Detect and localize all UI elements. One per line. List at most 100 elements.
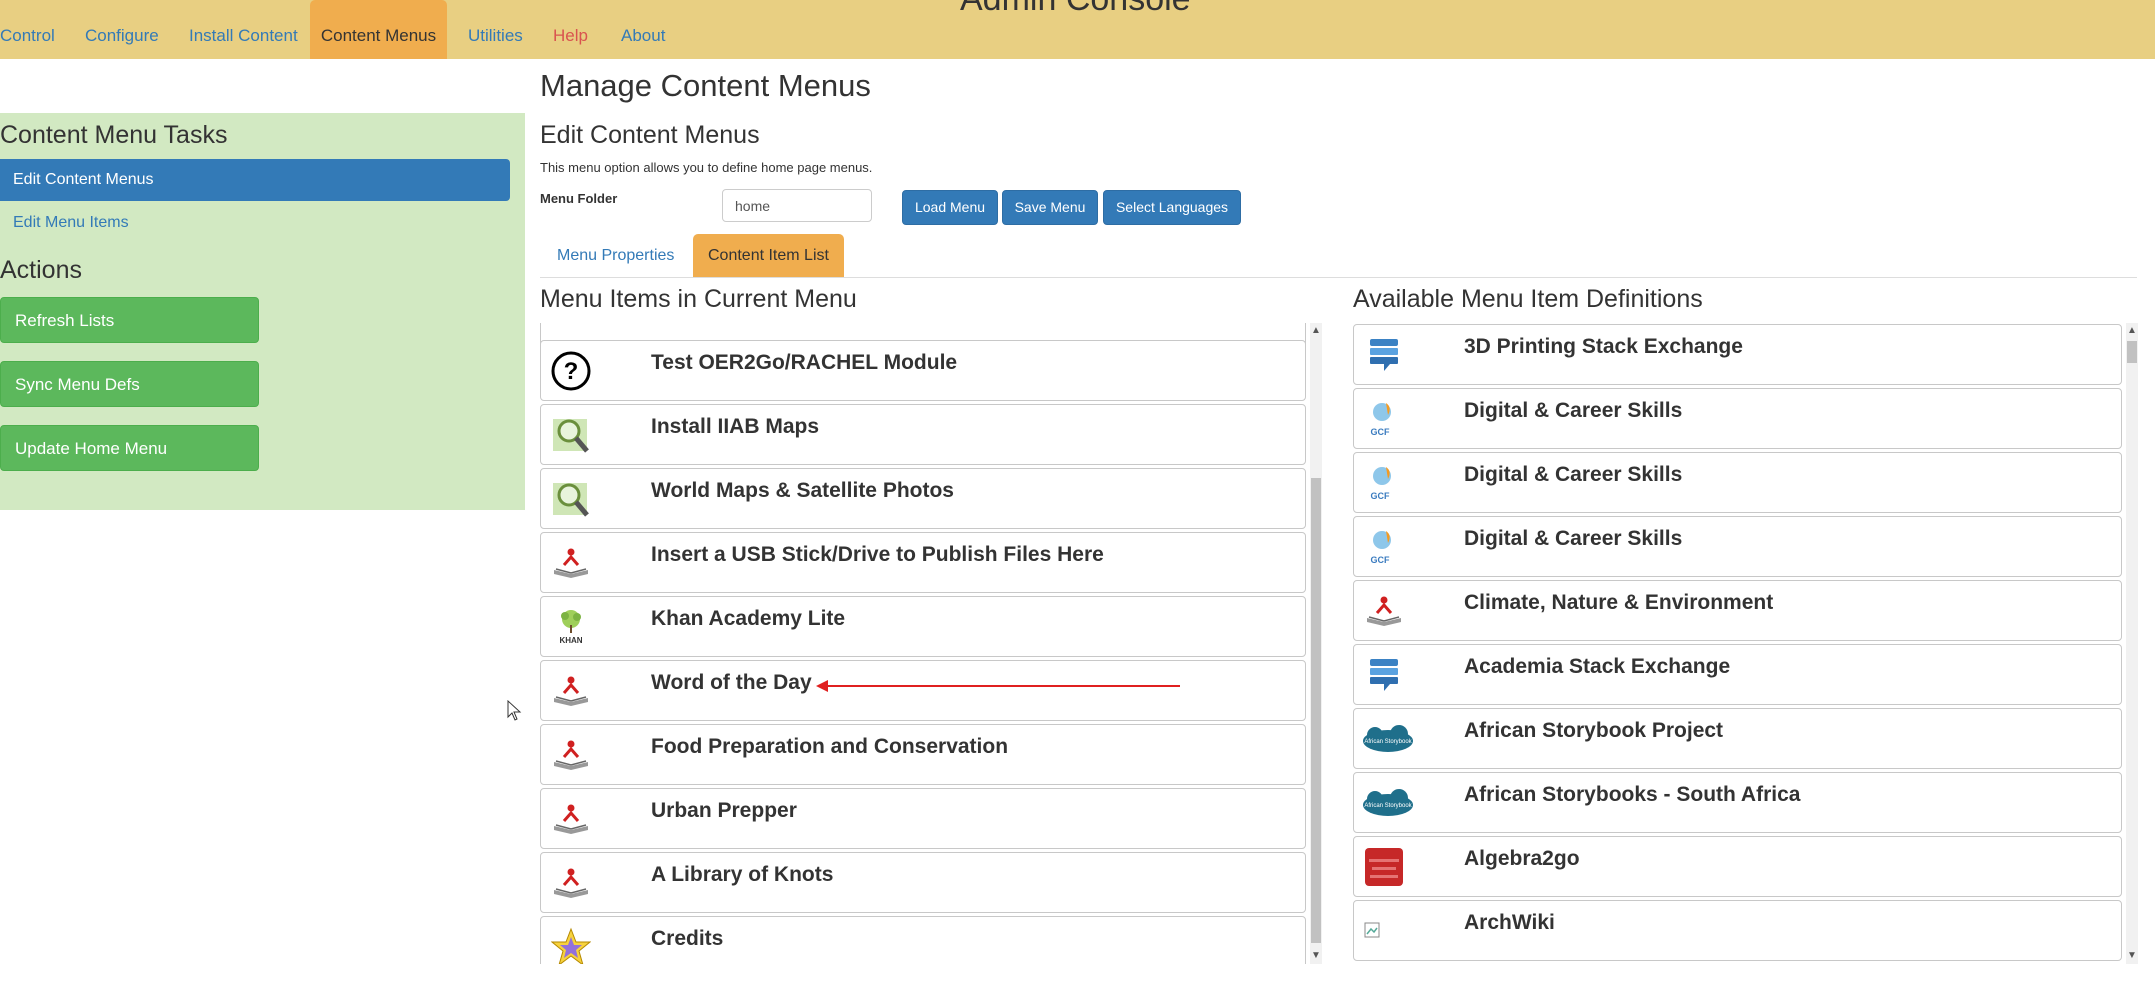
section-title: Edit Content Menus: [540, 121, 760, 149]
current-menu-heading: Menu Items in Current Menu: [540, 285, 857, 313]
nav-install-content[interactable]: Install Content: [189, 0, 298, 59]
list-item-label: Insert a USB Stick/Drive to Publish File…: [651, 543, 1104, 566]
list-item-label: Urban Prepper: [651, 799, 797, 822]
available-list-scrollbar[interactable]: ▲ ▼: [2126, 323, 2138, 964]
available-defs-heading: Available Menu Item Definitions: [1353, 285, 1703, 313]
annotation-arrow-line: [820, 685, 1180, 687]
select-languages-button[interactable]: Select Languages: [1103, 190, 1241, 225]
scroll-thumb[interactable]: [2127, 341, 2137, 363]
svg-text:GCF: GCF: [1371, 427, 1391, 437]
nav-about[interactable]: About: [621, 0, 665, 59]
khan-tree-icon: KHAN: [551, 607, 591, 647]
list-item-label: Climate, Nature & Environment: [1464, 591, 1774, 614]
list-item[interactable]: Word of the Day: [540, 660, 1306, 721]
list-item[interactable]: African Storybook African Storybook Proje…: [1353, 708, 2122, 769]
list-item[interactable]: GCF Digital & Career Skills: [1353, 388, 2122, 449]
scroll-up-arrow[interactable]: ▲: [1310, 325, 1322, 337]
app-title: Admin Console: [960, 0, 1191, 19]
svg-text:KHAN: KHAN: [559, 636, 582, 645]
book-reader-icon: [551, 735, 591, 775]
tab-content-item-list[interactable]: Content Item List: [693, 234, 844, 277]
nav-content-menus[interactable]: Content Menus: [310, 0, 447, 59]
book-reader-icon: [551, 671, 591, 711]
list-item-label: Algebra2go: [1464, 847, 1580, 870]
map-magnifier-icon: [551, 479, 591, 519]
nav-utilities[interactable]: Utilities: [468, 0, 523, 59]
list-item-label: African Storybook Project: [1464, 719, 1724, 742]
book-reader-icon: [551, 543, 591, 583]
list-item[interactable]: Urban Prepper: [540, 788, 1306, 849]
list-item[interactable]: A Library of Knots: [540, 852, 1306, 913]
list-item[interactable]: GCF Digital & Career Skills: [1353, 452, 2122, 513]
gcf-icon: GCF: [1364, 527, 1404, 567]
list-item[interactable]: Insert a USB Stick/Drive to Publish File…: [540, 532, 1306, 593]
help-text: This menu option allows you to define ho…: [540, 160, 873, 175]
list-item-label: Credits: [651, 927, 724, 950]
sidebar-item-edit-content-menus[interactable]: Edit Content Menus: [0, 159, 510, 201]
list-item-label: Word of the Day: [651, 671, 812, 694]
svg-text:African Storybook: African Storybook: [1364, 803, 1412, 809]
african-storybook-icon: African Storybook: [1360, 719, 1416, 759]
list-item[interactable]: Climate, Nature & Environment: [1353, 580, 2122, 641]
algebra2go-icon: [1364, 847, 1404, 887]
list-item-label: A Library of Knots: [651, 863, 834, 886]
stack-exchange-icon: [1364, 335, 1404, 375]
list-item[interactable]: African Storybook African Storybooks - So…: [1353, 772, 2122, 833]
current-menu-list[interactable]: ? Test OER2Go/RACHEL Module Install IIAB M…: [540, 323, 1322, 964]
list-item-label: ArchWiki: [1464, 911, 1555, 934]
current-list-scrollbar[interactable]: ▲ ▼: [1310, 323, 1322, 964]
map-magnifier-icon: [551, 415, 591, 455]
list-item-label: Digital & Career Skills: [1464, 463, 1683, 486]
list-item-label: Digital & Career Skills: [1464, 399, 1683, 422]
list-item[interactable]: Install IIAB Maps: [540, 404, 1306, 465]
list-item[interactable]: Food Preparation and Conservation: [540, 724, 1306, 785]
list-item[interactable]: GCF Digital & Career Skills: [1353, 516, 2122, 577]
tab-divider: [540, 277, 2137, 278]
svg-text:GCF: GCF: [1371, 555, 1391, 565]
refresh-lists-button[interactable]: Refresh Lists: [0, 297, 259, 343]
book-reader-icon: [1364, 591, 1404, 631]
gcf-icon: GCF: [1364, 463, 1404, 503]
scroll-up-arrow[interactable]: ▲: [2126, 325, 2138, 337]
scroll-thumb[interactable]: [1311, 478, 1321, 943]
tab-menu-properties[interactable]: Menu Properties: [542, 234, 689, 277]
list-item[interactable]: Credits: [540, 916, 1306, 964]
star-icon: [551, 927, 591, 964]
load-menu-button[interactable]: Load Menu: [902, 190, 998, 225]
list-item-label: Academia Stack Exchange: [1464, 655, 1731, 678]
scroll-down-arrow[interactable]: ▼: [1310, 950, 1322, 962]
book-reader-icon: [551, 799, 591, 839]
list-item-label: 3D Printing Stack Exchange: [1464, 335, 1743, 358]
annotation-arrow-head: [816, 680, 828, 692]
list-item[interactable]: Algebra2go: [1353, 836, 2122, 897]
nav-help[interactable]: Help: [553, 0, 588, 59]
sidebar-item-edit-menu-items[interactable]: Edit Menu Items: [13, 214, 129, 232]
page-title: Manage Content Menus: [540, 68, 871, 103]
nav-control[interactable]: Control: [0, 0, 55, 59]
african-storybook-icon: African Storybook: [1360, 783, 1416, 823]
list-item[interactable]: ArchWiki: [1353, 900, 2122, 961]
nav-configure[interactable]: Configure: [85, 0, 159, 59]
menu-folder-input[interactable]: [722, 189, 872, 222]
list-item[interactable]: KHAN Khan Academy Lite: [540, 596, 1306, 657]
tasks-heading: Content Menu Tasks: [0, 121, 228, 149]
available-defs-list[interactable]: 3D Printing Stack Exchange GCF Digital & C…: [1353, 323, 2140, 964]
list-item[interactable]: 3D Printing Stack Exchange: [1353, 324, 2122, 385]
svg-text:African Storybook: African Storybook: [1364, 739, 1412, 745]
mouse-cursor-icon: [507, 700, 522, 721]
gcf-icon: GCF: [1364, 399, 1404, 439]
list-item-label: African Storybooks - South Africa: [1464, 783, 1801, 806]
update-home-menu-button[interactable]: Update Home Menu: [0, 425, 259, 471]
list-item-label: Test OER2Go/RACHEL Module: [651, 351, 958, 374]
svg-text:?: ?: [564, 358, 579, 385]
list-item-label: Install IIAB Maps: [651, 415, 820, 438]
scroll-down-arrow[interactable]: ▼: [2126, 950, 2138, 962]
broken-image-icon: [1364, 911, 1404, 951]
list-item[interactable]: World Maps & Satellite Photos: [540, 468, 1306, 529]
save-menu-button[interactable]: Save Menu: [1002, 190, 1098, 225]
list-item[interactable]: ? Test OER2Go/RACHEL Module: [540, 340, 1306, 401]
list-item[interactable]: Academia Stack Exchange: [1353, 644, 2122, 705]
menu-folder-label: Menu Folder: [540, 191, 618, 206]
actions-heading: Actions: [0, 256, 82, 284]
sync-menu-defs-button[interactable]: Sync Menu Defs: [0, 361, 259, 407]
